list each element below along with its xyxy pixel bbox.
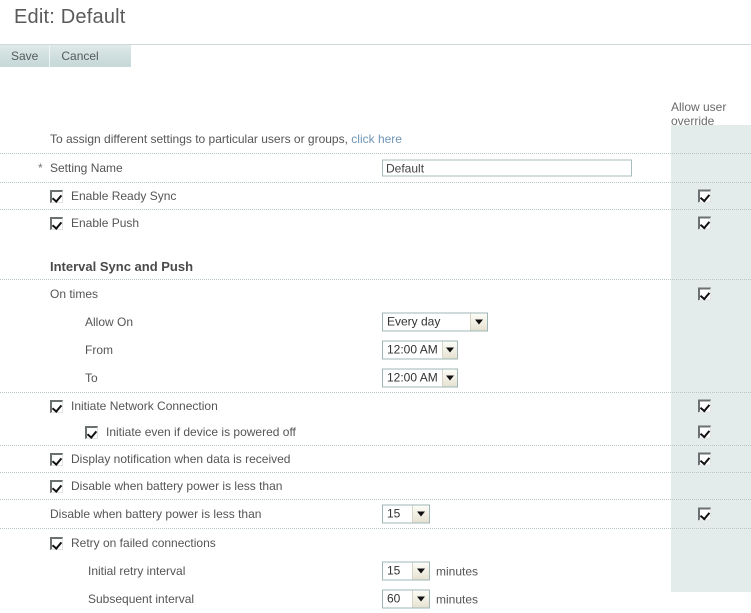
- display-notification-override-cell: [698, 452, 711, 466]
- disable-battery-select-value: 15: [387, 506, 401, 521]
- to-row: To 12:00 AM: [0, 364, 751, 393]
- initiate-powered-off-label: Initiate even if device is powered off: [106, 425, 296, 439]
- toolbar: Save Cancel: [0, 44, 751, 67]
- settings-form: To assign different settings to particul…: [0, 125, 751, 613]
- save-button[interactable]: Save: [0, 45, 49, 67]
- page-title: Edit: Default: [14, 6, 126, 28]
- disable-battery-override-cell: [698, 507, 711, 521]
- chevron-down-icon: [412, 562, 429, 580]
- initial-retry-select[interactable]: 15: [382, 561, 430, 581]
- display-notification-row: Display notification when data is receiv…: [0, 446, 751, 473]
- chevron-down-icon: [412, 505, 429, 523]
- from-row: From 12:00 AM: [0, 336, 751, 364]
- from-label: From: [85, 343, 113, 357]
- required-marker: *: [38, 161, 43, 175]
- toolbar-button-group: Save Cancel: [0, 45, 131, 67]
- to-time-select-value: 12:00 AM: [387, 370, 438, 385]
- initiate-powered-off-row: Initiate even if device is powered off: [0, 419, 751, 446]
- retry-failed-label: Retry on failed connections: [71, 536, 216, 550]
- display-notification-checkbox[interactable]: [50, 452, 63, 466]
- enable-push-label: Enable Push: [71, 216, 140, 230]
- initial-retry-unit: minutes: [436, 564, 479, 578]
- initiate-powered-off-override-checkbox[interactable]: [698, 425, 711, 439]
- cancel-button[interactable]: Cancel: [50, 45, 109, 67]
- assign-settings-note-row: To assign different settings to particul…: [0, 125, 751, 154]
- setting-name-label: Setting Name: [50, 161, 123, 175]
- initiate-network-override-cell: [698, 399, 711, 413]
- interval-section-heading: Interval Sync and Push: [50, 258, 194, 274]
- enable-push-row: Enable Push: [0, 210, 751, 236]
- on-times-label: On times: [50, 287, 99, 301]
- initial-retry-select-value: 15: [387, 563, 401, 578]
- disable-battery-override-checkbox[interactable]: [698, 507, 711, 521]
- chevron-down-icon: [470, 313, 487, 331]
- display-notification-override-checkbox[interactable]: [698, 452, 711, 466]
- initiate-network-label: Initiate Network Connection: [71, 399, 218, 413]
- initial-retry-label: Initial retry interval: [88, 564, 186, 578]
- allow-on-row: Allow On Every day: [0, 308, 751, 336]
- allow-on-label: Allow On: [85, 315, 134, 329]
- to-time-select[interactable]: 12:00 AM: [382, 368, 458, 388]
- chevron-down-icon: [441, 341, 457, 359]
- retry-failed-row: Retry on failed connections: [0, 529, 751, 557]
- initiate-powered-off-checkbox[interactable]: [85, 425, 98, 439]
- setting-name-row: * Setting Name: [0, 154, 751, 183]
- initiate-network-override-checkbox[interactable]: [698, 399, 711, 413]
- disable-battery-checkbox-row: Disable when battery power is less than: [0, 473, 751, 500]
- subsequent-interval-label: Subsequent interval: [88, 592, 195, 606]
- allow-on-select-value: Every day: [387, 314, 441, 329]
- enable-push-checkbox[interactable]: [50, 216, 63, 230]
- retry-failed-checkbox[interactable]: [50, 536, 63, 550]
- disable-battery-select[interactable]: 15: [382, 504, 430, 524]
- enable-ready-sync-checkbox[interactable]: [50, 189, 63, 203]
- from-time-select[interactable]: 12:00 AM: [382, 340, 458, 360]
- enable-ready-sync-override-cell: [698, 189, 711, 203]
- subsequent-interval-select-value: 60: [387, 591, 401, 606]
- from-time-select-value: 12:00 AM: [387, 342, 438, 357]
- enable-push-override-cell: [698, 216, 711, 230]
- chevron-down-icon: [441, 369, 457, 387]
- interval-section-row: Interval Sync and Push: [0, 253, 751, 280]
- on-times-override-checkbox[interactable]: [698, 287, 711, 301]
- setting-name-field-wrap: [382, 159, 632, 177]
- disable-battery-checkbox-label: Disable when battery power is less than: [71, 479, 283, 493]
- subsequent-interval-unit: minutes: [436, 592, 479, 606]
- on-times-override-cell: [698, 287, 711, 301]
- chevron-down-icon: [412, 590, 429, 608]
- initiate-network-row: Initiate Network Connection: [0, 393, 751, 419]
- allow-user-override-header: Allow user override: [671, 100, 727, 128]
- to-label: To: [85, 371, 98, 385]
- on-times-row: On times: [0, 280, 751, 308]
- initial-retry-row: Initial retry interval 15 minutes: [0, 557, 751, 585]
- display-notification-label: Display notification when data is receiv…: [71, 452, 291, 466]
- setting-name-input[interactable]: [382, 159, 632, 177]
- disable-battery-value-label: Disable when battery power is less than: [50, 507, 262, 521]
- subsequent-interval-row: Subsequent interval 60 minutes: [0, 585, 751, 613]
- click-here-link[interactable]: click here: [351, 132, 402, 146]
- subsequent-interval-select[interactable]: 60: [382, 589, 430, 609]
- enable-push-override-checkbox[interactable]: [698, 216, 711, 230]
- initiate-powered-off-override-cell: [698, 425, 711, 439]
- enable-ready-sync-row: Enable Ready Sync: [0, 183, 751, 210]
- assign-settings-note: To assign different settings to particul…: [0, 125, 671, 153]
- enable-ready-sync-label: Enable Ready Sync: [71, 189, 177, 203]
- disable-battery-checkbox[interactable]: [50, 479, 63, 493]
- initiate-network-checkbox[interactable]: [50, 399, 63, 413]
- enable-ready-sync-override-checkbox[interactable]: [698, 189, 711, 203]
- assign-settings-note-text: To assign different settings to particul…: [50, 132, 348, 146]
- disable-battery-value-row: Disable when battery power is less than …: [0, 500, 751, 529]
- allow-on-select[interactable]: Every day: [382, 312, 488, 332]
